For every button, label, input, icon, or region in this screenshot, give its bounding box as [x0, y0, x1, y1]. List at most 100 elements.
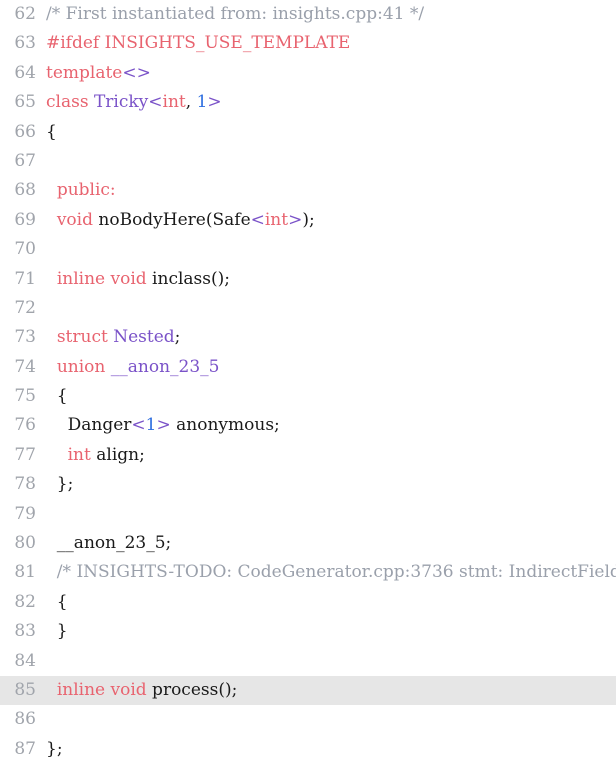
- code-token-type: Tricky: [93, 92, 149, 113]
- line-number: 71: [14, 268, 36, 289]
- code-token-plain: Danger: [46, 415, 132, 436]
- code-token-keyword: int: [162, 92, 186, 113]
- code-line-content: class Tricky<int, 1>: [36, 88, 616, 117]
- line-number: 75: [14, 386, 36, 407]
- code-line[interactable]: 87};: [0, 735, 616, 763]
- code-token-keyword: struct: [56, 327, 108, 348]
- code-line[interactable]: 67: [0, 147, 616, 176]
- code-line[interactable]: 72: [0, 294, 616, 323]
- code-line[interactable]: 78 };: [0, 470, 616, 499]
- code-token-number: 1: [196, 92, 208, 113]
- code-token-plain: };: [46, 738, 63, 759]
- line-number: 81: [14, 562, 36, 583]
- code-token-plain: {: [46, 386, 68, 407]
- code-token-plain: ;: [174, 327, 181, 348]
- code-token-plain: ,: [185, 92, 197, 113]
- line-number: 65: [14, 92, 36, 113]
- code-token-punct: <: [148, 92, 163, 113]
- line-number: 86: [14, 709, 36, 730]
- code-line-list: 62 /* First instantiated from: insights.c…: [0, 0, 616, 763]
- code-line[interactable]: 82 {: [0, 588, 616, 617]
- code-line[interactable]: 70: [0, 235, 616, 264]
- code-token-keyword: inline void: [56, 679, 147, 700]
- code-line-content: void noBodyHere(Safe<int>);: [36, 206, 616, 235]
- code-token-punct: >: [288, 209, 303, 230]
- code-token-plain: process();: [146, 679, 238, 700]
- code-token-plain: anonymous;: [170, 415, 280, 436]
- code-line[interactable]: 81 /* INSIGHTS-TODO: CodeGenerator.cpp:3…: [0, 558, 616, 587]
- code-token-keyword: int: [67, 444, 91, 465]
- code-token-punct: <>: [122, 62, 151, 83]
- line-number: 84: [14, 650, 36, 671]
- code-line[interactable]: 73 struct Nested;: [0, 323, 616, 352]
- line-number: 82: [14, 591, 36, 612]
- code-line[interactable]: 80 __anon_23_5;: [0, 529, 616, 558]
- code-line-content: {: [36, 382, 616, 411]
- code-token-keyword: inline void: [56, 268, 147, 289]
- code-token-plain: );: [302, 209, 315, 230]
- line-number: 68: [14, 180, 36, 201]
- line-number: 87: [14, 738, 36, 759]
- code-token-plain: noBodyHere(Safe: [92, 209, 251, 230]
- line-number: 73: [14, 327, 36, 348]
- code-line-content: inline void process();: [36, 676, 616, 705]
- code-token-punct: >: [207, 92, 222, 113]
- code-token-number: 1: [145, 415, 157, 436]
- line-number: 63: [14, 33, 36, 54]
- code-line[interactable]: 84: [0, 647, 616, 676]
- code-line-content: struct Nested;: [36, 323, 616, 352]
- code-line-content: #ifdef INSIGHTS_USE_TEMPLATE: [36, 29, 616, 58]
- code-token-type: __anon_23_5: [110, 356, 220, 377]
- line-number: 76: [14, 415, 36, 436]
- code-line[interactable]: 69 void noBodyHere(Safe<int>);: [0, 206, 616, 235]
- code-line[interactable]: 71 inline void inclass();: [0, 265, 616, 294]
- code-line-content: union __anon_23_5: [36, 353, 616, 382]
- line-number: 78: [14, 474, 36, 495]
- code-line[interactable]: 62 /* First instantiated from: insights.c…: [0, 0, 616, 29]
- code-line-content: /* INSIGHTS-TODO: CodeGenerator.cpp:3736…: [36, 558, 616, 587]
- line-number: 79: [14, 503, 36, 524]
- code-line-content: }: [36, 617, 616, 646]
- code-editor-view[interactable]: 62 /* First instantiated from: insights.c…: [0, 0, 616, 763]
- code-line[interactable]: 79: [0, 500, 616, 529]
- code-token-plain: align;: [90, 444, 145, 465]
- code-token-keyword: template: [46, 62, 123, 83]
- code-line[interactable]: 74 union __anon_23_5: [0, 353, 616, 382]
- code-line[interactable]: 76 Danger<1> anonymous;: [0, 411, 616, 440]
- code-token-keyword: public: [56, 180, 110, 201]
- code-token-keyword: :: [109, 180, 116, 201]
- code-line-content: inline void inclass();: [36, 265, 616, 294]
- code-line-content: public:: [36, 176, 616, 205]
- code-token-plain: };: [46, 474, 74, 495]
- line-number: 64: [14, 62, 36, 83]
- code-line[interactable]: 65 class Tricky<int, 1>: [0, 88, 616, 117]
- code-line-content: __anon_23_5;: [36, 529, 616, 558]
- line-number: 74: [14, 356, 36, 377]
- code-line[interactable]: 75 {: [0, 382, 616, 411]
- code-token-keyword: void: [56, 209, 93, 230]
- code-line-highlighted[interactable]: 85 inline void process();: [0, 675, 616, 706]
- code-line[interactable]: 83 }: [0, 617, 616, 646]
- code-line-content: template<>: [36, 59, 616, 88]
- code-line[interactable]: 63 #ifdef INSIGHTS_USE_TEMPLATE: [0, 29, 616, 58]
- code-line[interactable]: 68 public:: [0, 176, 616, 205]
- code-line-content: {: [36, 588, 616, 617]
- code-line[interactable]: 77 int align;: [0, 441, 616, 470]
- line-number: 70: [14, 239, 36, 260]
- code-line-content: /* First instantiated from: insights.cpp…: [36, 0, 616, 29]
- code-line[interactable]: 64 template<>: [0, 59, 616, 88]
- code-token-preproc: #ifdef INSIGHTS_USE_TEMPLATE: [46, 33, 351, 54]
- code-line-content: int align;: [36, 441, 616, 470]
- code-token-punct: <: [131, 415, 146, 436]
- code-token-plain: __anon_23_5;: [46, 533, 172, 554]
- line-number: 80: [14, 533, 36, 554]
- code-token-comment: /* First instantiated from: insights.cpp…: [46, 4, 425, 24]
- code-token-punct: >: [156, 415, 171, 436]
- line-number: 66: [14, 121, 36, 142]
- code-line[interactable]: 86: [0, 705, 616, 734]
- code-line[interactable]: 66 {: [0, 118, 616, 147]
- line-number: 62: [14, 4, 36, 24]
